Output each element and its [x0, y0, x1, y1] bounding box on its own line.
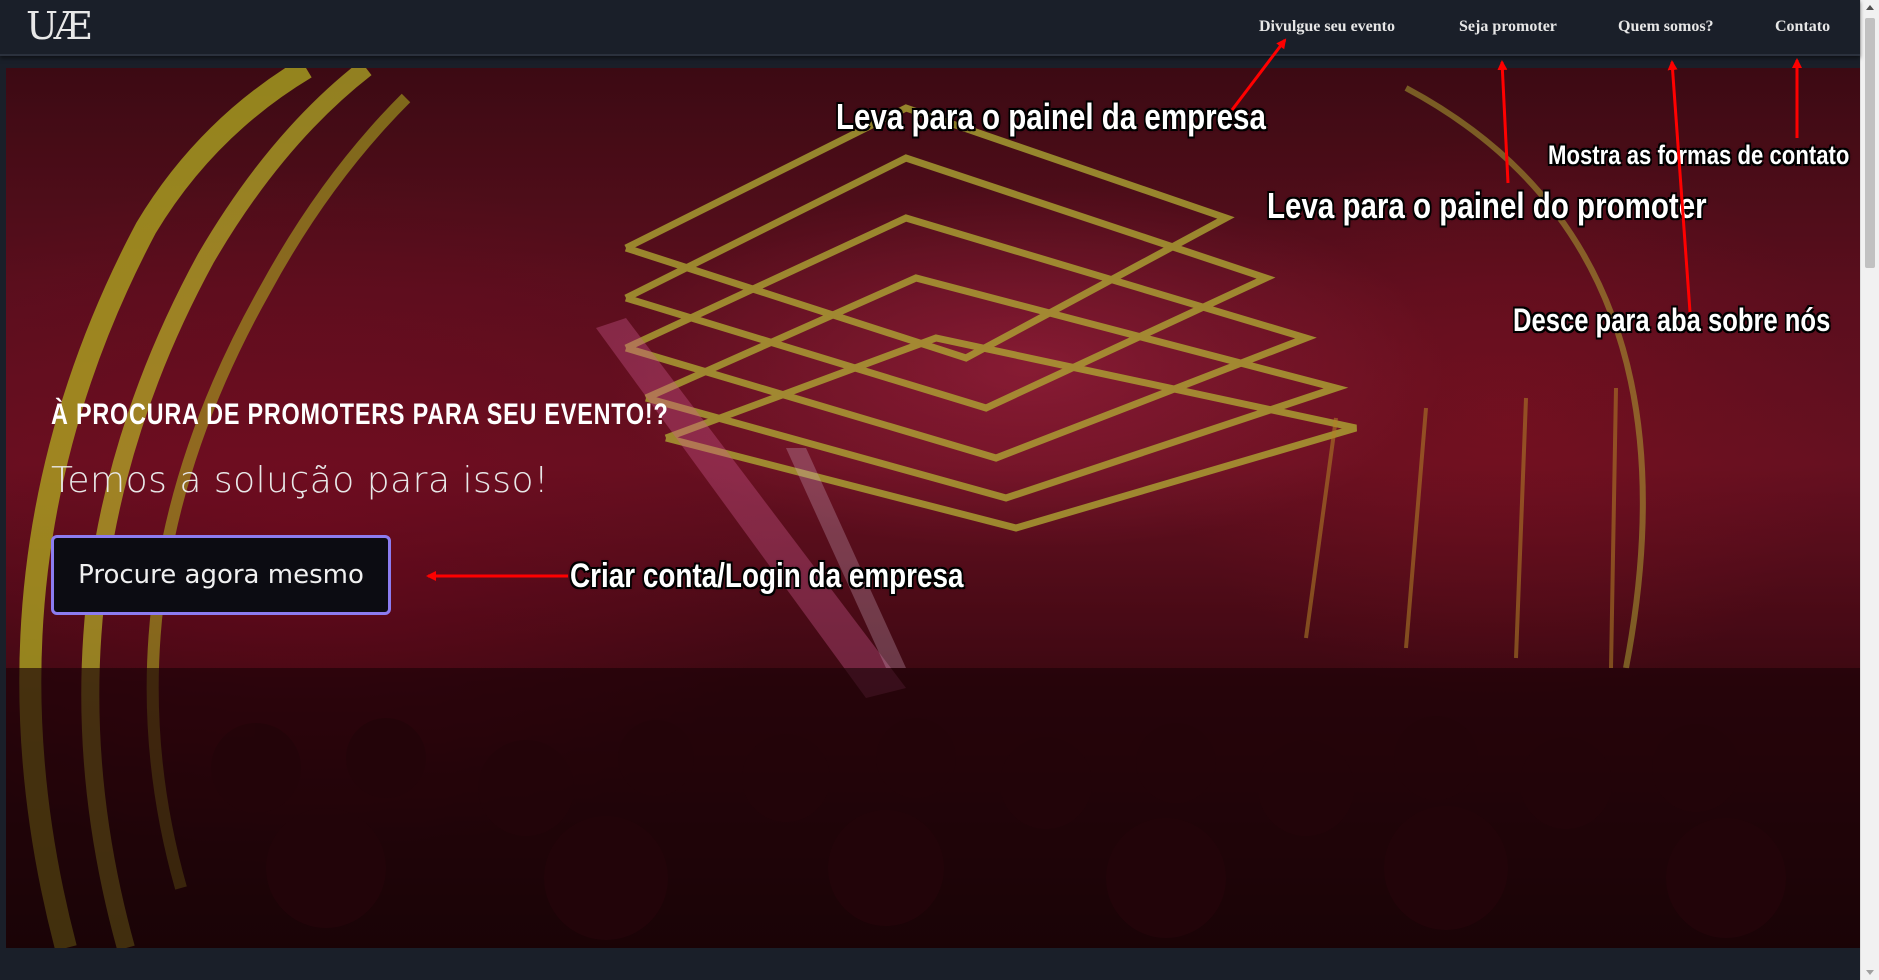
nav-link-divulgue-evento[interactable]: Divulgue seu evento [1259, 18, 1395, 36]
top-navbar: UÆ Divulgue seu evento Seja promoter Que… [0, 0, 1860, 56]
annotation-criar-conta: Criar conta/Login da empresa [570, 557, 964, 595]
nav-link-seja-promoter[interactable]: Seja promoter [1459, 18, 1557, 36]
nav-link-quem-somos[interactable]: Quem somos? [1618, 18, 1714, 36]
annotation-painel-empresa: Leva para o painel da empresa [836, 96, 1266, 137]
nav-link-contato[interactable]: Contato [1775, 18, 1830, 36]
annotation-formas-contato: Mostra as formas de contato [1548, 140, 1850, 170]
scroll-up-arrow-icon[interactable] [1866, 5, 1874, 10]
hero-title: À procura de promoters para seu evento!? [51, 398, 669, 431]
annotation-sobre-nos: Desce para aba sobre nós [1513, 302, 1831, 338]
page-bottom-strip [0, 948, 1860, 980]
vertical-scrollbar[interactable] [1860, 0, 1879, 980]
site-logo[interactable]: UÆ [26, 4, 92, 48]
scroll-thumb[interactable] [1865, 18, 1875, 268]
hero-subtitle: Temos a solução para isso! [51, 460, 549, 501]
annotation-painel-promoter: Leva para o painel do promoter [1267, 185, 1707, 226]
scroll-down-arrow-icon[interactable] [1866, 970, 1874, 975]
procure-agora-button[interactable]: Procure agora mesmo [51, 535, 391, 615]
